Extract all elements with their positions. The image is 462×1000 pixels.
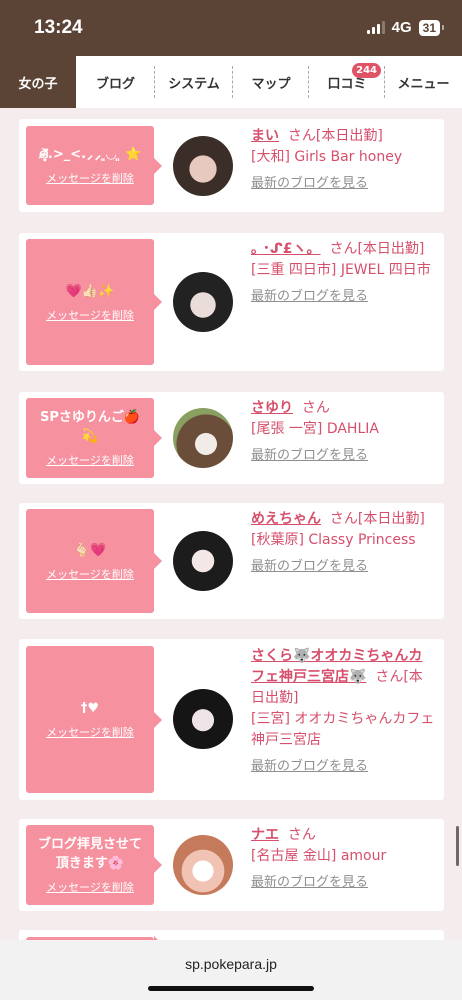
girl-info: さゆり さん [尾張 一宮] DAHLIA 最新のブログを見る <box>251 398 436 466</box>
delete-message-link[interactable]: メッセージを削除 <box>46 170 134 186</box>
message-bubble: 🫰🏻💗 メッセージを削除 <box>26 509 162 613</box>
avatar[interactable] <box>173 136 233 196</box>
reviews-count-badge: 244 <box>352 63 381 78</box>
girl-info: めえちゃん さん[本日出勤] [秋葉原] Classy Princess 最新の… <box>251 509 436 577</box>
scrollbar[interactable] <box>456 826 459 866</box>
delete-message-link[interactable]: メッセージを削除 <box>46 566 134 582</box>
status-tag: [本日出勤] <box>357 241 425 257</box>
area-shop-link[interactable]: [名古屋 金山] amour <box>251 846 436 867</box>
message-text: †♥ <box>80 701 100 716</box>
list-item: ഒ̶̷̥᷅.>_<.⸝⸝ ͈◡ ͈ ⭐️ メッセージを削除 まい さん[本日出勤… <box>19 119 444 212</box>
battery-icon: 31 <box>418 19 445 36</box>
area-shop-link[interactable]: [尾張 一宮] DAHLIA <box>251 419 436 440</box>
girl-name-link[interactable]: ナエ <box>251 827 279 843</box>
home-indicator[interactable] <box>148 986 314 991</box>
delete-message-link[interactable]: メッセージを削除 <box>46 879 134 895</box>
tab-map[interactable]: マップ <box>233 56 309 108</box>
message-text: 🫰🏻💗 <box>73 542 107 558</box>
tab-label: 女の子 <box>18 76 58 92</box>
honorific: さん <box>329 511 358 527</box>
tab-label: システム <box>168 76 220 92</box>
avatar[interactable] <box>173 835 233 895</box>
area-shop-link[interactable]: [三重 四日市] JEWEL 四日市 <box>251 260 436 281</box>
area-shop-link[interactable]: [三宮] オオカミちゃんカフェ神戸三宮店 <box>251 709 436 751</box>
latest-blog-link[interactable]: 最新のブログを見る <box>251 286 436 307</box>
girl-info: ｡ ･ᔑ£ヽ。 さん[本日出勤] [三重 四日市] JEWEL 四日市 最新のブ… <box>251 239 436 307</box>
latest-blog-link[interactable]: 最新のブログを見る <box>251 872 436 893</box>
list-item: †♥ メッセージを削除 さくら🐺オオカミちゃんカフェ神戸三宮店🐺 さん[本日出勤… <box>19 639 444 800</box>
message-text: 💗👍🏻✨ <box>65 283 115 299</box>
browser-url-bar[interactable]: sp.pokepara.jp <box>0 940 462 1000</box>
latest-blog-link[interactable]: 最新のブログを見る <box>251 556 436 577</box>
status-tag: [本日出勤] <box>315 128 383 144</box>
area-shop-link[interactable]: [秋葉原] Classy Princess <box>251 530 436 551</box>
message-bubble: ブログ拝見させて頂きます🌸 メッセージを削除 <box>26 825 162 905</box>
tab-blog[interactable]: ブログ <box>76 56 155 108</box>
tab-reviews[interactable]: 口コミ 244 <box>309 56 385 108</box>
tab-label: ブログ <box>95 76 135 92</box>
avatar[interactable] <box>173 272 233 332</box>
delete-message-link[interactable]: メッセージを削除 <box>46 724 134 740</box>
girl-name-link[interactable]: まい <box>251 128 279 144</box>
latest-blog-link[interactable]: 最新のブログを見る <box>251 173 436 194</box>
message-bubble: ഒ̶̷̥᷅.>_<.⸝⸝ ͈◡ ͈ ⭐️ メッセージを削除 <box>26 126 162 205</box>
honorific: さん <box>329 241 358 257</box>
area-shop-link[interactable]: [大和] Girls Bar honey <box>251 147 436 168</box>
list-item: SPさゆりんご🍎💫 メッセージを削除 さゆり さん [尾張 一宮] DAHLIA… <box>19 392 444 484</box>
latest-blog-link[interactable]: 最新のブログを見る <box>251 445 436 466</box>
avatar[interactable] <box>173 689 233 749</box>
status-time: 13:24 <box>34 17 83 38</box>
network-label: 4G <box>391 19 412 36</box>
tab-system[interactable]: システム <box>155 56 233 108</box>
url-text: sp.pokepara.jp <box>185 956 277 972</box>
list-item: 💗👍🏻✨ メッセージを削除 ｡ ･ᔑ£ヽ。 さん[本日出勤] [三重 四日市] … <box>19 233 444 371</box>
message-text: ഒ̶̷̥᷅.>_<.⸝⸝ ͈◡ ͈ ⭐️ <box>38 147 142 162</box>
avatar[interactable] <box>173 531 233 591</box>
tab-label: マップ <box>251 76 291 92</box>
honorific: さん <box>287 827 316 843</box>
girl-name-link[interactable]: めえちゃん <box>251 511 321 527</box>
delete-message-link[interactable]: メッセージを削除 <box>46 307 134 323</box>
girl-name-link[interactable]: ｡ ･ᔑ£ヽ。 <box>251 241 321 257</box>
tab-bar: 女の子 ブログ システム マップ 口コミ 244 メニュー <box>0 56 462 108</box>
honorific: さん <box>287 128 316 144</box>
honorific: さん <box>301 400 330 416</box>
message-text: ブログ拝見させて頂きます🌸 <box>37 837 142 871</box>
status-bar: 13:24 4G 31 <box>0 0 462 56</box>
message-bubble: SPさゆりんご🍎💫 メッセージを削除 <box>26 398 162 478</box>
message-text: SPさゆりんご🍎💫 <box>39 410 141 444</box>
delete-message-link[interactable]: メッセージを削除 <box>46 452 134 468</box>
girl-info: ナエ さん [名古屋 金山] amour 最新のブログを見る <box>251 825 436 893</box>
girl-name-link[interactable]: さゆり <box>251 400 293 416</box>
girl-info: さくら🐺オオカミちゃんカフェ神戸三宮店🐺 さん[本日出勤] [三宮] オオカミち… <box>251 646 436 777</box>
latest-blog-link[interactable]: 最新のブログを見る <box>251 756 436 777</box>
list-item: 🫰🏻💗 メッセージを削除 めえちゃん さん[本日出勤] [秋葉原] Classy… <box>19 503 444 619</box>
signal-icon <box>366 21 385 34</box>
honorific: さん <box>375 669 404 685</box>
tab-label: メニュー <box>397 76 450 92</box>
message-bubble: 💗👍🏻✨ メッセージを削除 <box>26 239 162 365</box>
avatar[interactable] <box>173 408 233 468</box>
message-bubble: †♥ メッセージを削除 <box>26 646 162 793</box>
tab-menu[interactable]: メニュー <box>385 56 462 108</box>
list-item: ブログ拝見させて頂きます🌸 メッセージを削除 ナエ さん [名古屋 金山] am… <box>19 819 444 911</box>
girl-info: まい さん[本日出勤] [大和] Girls Bar honey 最新のブログを… <box>251 126 436 194</box>
status-tag: [本日出勤] <box>357 511 425 527</box>
tab-girls[interactable]: 女の子 <box>0 56 76 108</box>
status-indicators: 4G 31 <box>366 19 445 36</box>
